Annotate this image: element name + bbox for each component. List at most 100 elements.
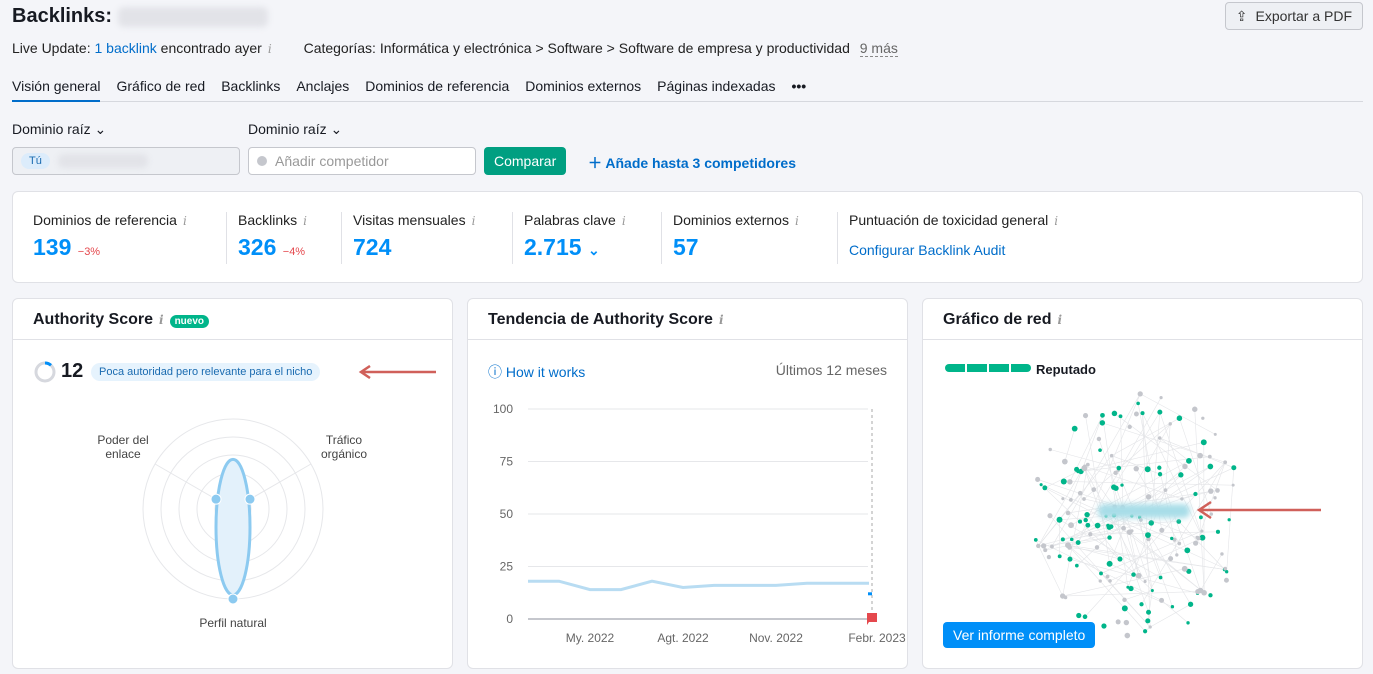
tab-5[interactable]: Dominios externos: [525, 78, 641, 102]
network-node: [1061, 458, 1068, 465]
network-node: [1231, 483, 1235, 487]
network-node: [1039, 483, 1043, 487]
network-node: [1168, 556, 1174, 562]
export-pdf-button[interactable]: ⇪ Exportar a PDF: [1224, 2, 1363, 30]
network-node: [1146, 609, 1152, 615]
network-node: [1117, 556, 1123, 562]
root-domain-dropdown[interactable]: Dominio raíz ⌄: [12, 121, 106, 138]
tab-0[interactable]: Visión general: [12, 78, 101, 102]
network-node: [1077, 490, 1083, 496]
network-node: [1144, 466, 1151, 473]
y-tick-label: 50: [500, 507, 514, 521]
axis-label: Poder del enlace: [97, 433, 149, 461]
metric-0: Dominios de referencia i 139 −3%: [33, 212, 193, 261]
network-node: [1076, 612, 1082, 619]
metric-1: Backlinks i 326 −4%: [238, 212, 313, 261]
network-node: [1124, 632, 1131, 639]
x-tick-label: Agt. 2022: [657, 631, 709, 645]
network-node: [1177, 541, 1182, 546]
network-node: [1121, 605, 1128, 612]
network-node: [1067, 479, 1073, 485]
tab-3[interactable]: Anclajes: [296, 78, 349, 102]
your-domain-field[interactable]: Tú: [12, 147, 240, 175]
root-domain-dropdown-2[interactable]: Dominio raíz ⌄: [248, 121, 342, 138]
network-edge: [1059, 515, 1107, 521]
backlink-link[interactable]: 1 backlink: [95, 40, 157, 56]
network-edge: [1062, 568, 1185, 597]
new-badge: nuevo: [169, 315, 210, 328]
network-node: [1170, 536, 1174, 541]
network-node: [1109, 453, 1114, 458]
network-node: [1159, 597, 1165, 603]
network-node: [1223, 577, 1229, 583]
network-edge: [1064, 428, 1075, 462]
network-node: [1175, 553, 1179, 557]
tab-2[interactable]: Backlinks: [221, 78, 280, 102]
metric-value[interactable]: 2.715 ⌄: [524, 234, 632, 261]
tabs: Visión general Gráfico de red Backlinks Anc…: [12, 78, 1363, 102]
metric-value[interactable]: 57: [673, 234, 805, 261]
metric-value[interactable]: 724: [353, 234, 481, 261]
network-node: [1127, 424, 1132, 430]
authority-trend-panel: Tendencia de Authority Score i ⓘ How it w…: [467, 298, 908, 669]
flag-icon: [867, 613, 877, 625]
network-node: [1085, 462, 1090, 467]
network-node: [1145, 532, 1151, 538]
help-icon: ⓘ: [488, 364, 502, 380]
network-node: [1195, 535, 1199, 539]
network-node: [1145, 494, 1152, 500]
network-node: [1100, 412, 1105, 418]
network-node: [1170, 605, 1175, 609]
tab-6[interactable]: Páginas indexadas: [657, 78, 775, 102]
tab-1[interactable]: Gráfico de red: [116, 78, 205, 102]
network-node: [1126, 585, 1130, 589]
network-node: [1050, 544, 1054, 549]
network-node: [1136, 401, 1140, 406]
you-badge: Tú: [21, 153, 50, 169]
network-node: [1176, 519, 1182, 524]
network-node: [1094, 545, 1100, 550]
domain-blurred: [1098, 504, 1190, 518]
network-node: [1063, 595, 1068, 600]
period-label: Últimos 12 meses: [775, 362, 887, 378]
network-node: [1042, 485, 1048, 491]
network-node: [1187, 601, 1194, 607]
network-node: [1082, 413, 1089, 419]
tab-4[interactable]: Dominios de referencia: [365, 78, 509, 102]
network-node: [1091, 487, 1097, 492]
network-node: [1075, 540, 1081, 545]
info-icon[interactable]: i: [268, 42, 272, 56]
page-title: Backlinks:: [12, 5, 268, 28]
competitor-input[interactable]: Añadir competidor: [248, 147, 476, 175]
tab-7[interactable]: •••: [791, 78, 806, 102]
live-update: Live Update: 1 backlink encontrado ayer i…: [12, 40, 898, 57]
more-categories-link[interactable]: 9 más: [859, 40, 898, 57]
network-node: [1157, 472, 1163, 477]
full-report-button[interactable]: Ver informe completo: [943, 622, 1096, 648]
configure-audit-link[interactable]: Configurar Backlink Audit: [849, 242, 1064, 258]
radar-point: [244, 493, 256, 505]
network-node: [1065, 510, 1071, 516]
network-node: [1081, 465, 1088, 472]
how-it-works-link[interactable]: ⓘ How it works: [488, 362, 585, 382]
metric-2: Visitas mensuales i 724: [353, 212, 481, 261]
network-node: [1225, 570, 1229, 574]
network-node: [1207, 454, 1212, 459]
metric-value[interactable]: 139 −3%: [33, 234, 193, 261]
network-node: [1098, 448, 1102, 452]
metric-4: Dominios externos i 57: [673, 212, 805, 261]
add-competitors-link[interactable]: ＋ Añade hasta 3 competidores: [588, 153, 796, 173]
network-node: [1108, 579, 1112, 583]
network-node: [1193, 491, 1198, 497]
network-node: [1082, 614, 1088, 620]
network-node: [1215, 488, 1220, 493]
metric-value[interactable]: 326 −4%: [238, 234, 313, 261]
network-node: [1099, 420, 1106, 426]
network-node: [1133, 411, 1139, 417]
network-edge: [1062, 591, 1198, 597]
y-tick-label: 25: [500, 560, 514, 574]
compare-button[interactable]: Comparar: [484, 147, 567, 175]
network-node: [1181, 565, 1188, 572]
network-node: [1122, 597, 1127, 603]
authority-score-panel: Authority Score i nuevo 12 Poca autoridad …: [12, 298, 453, 669]
